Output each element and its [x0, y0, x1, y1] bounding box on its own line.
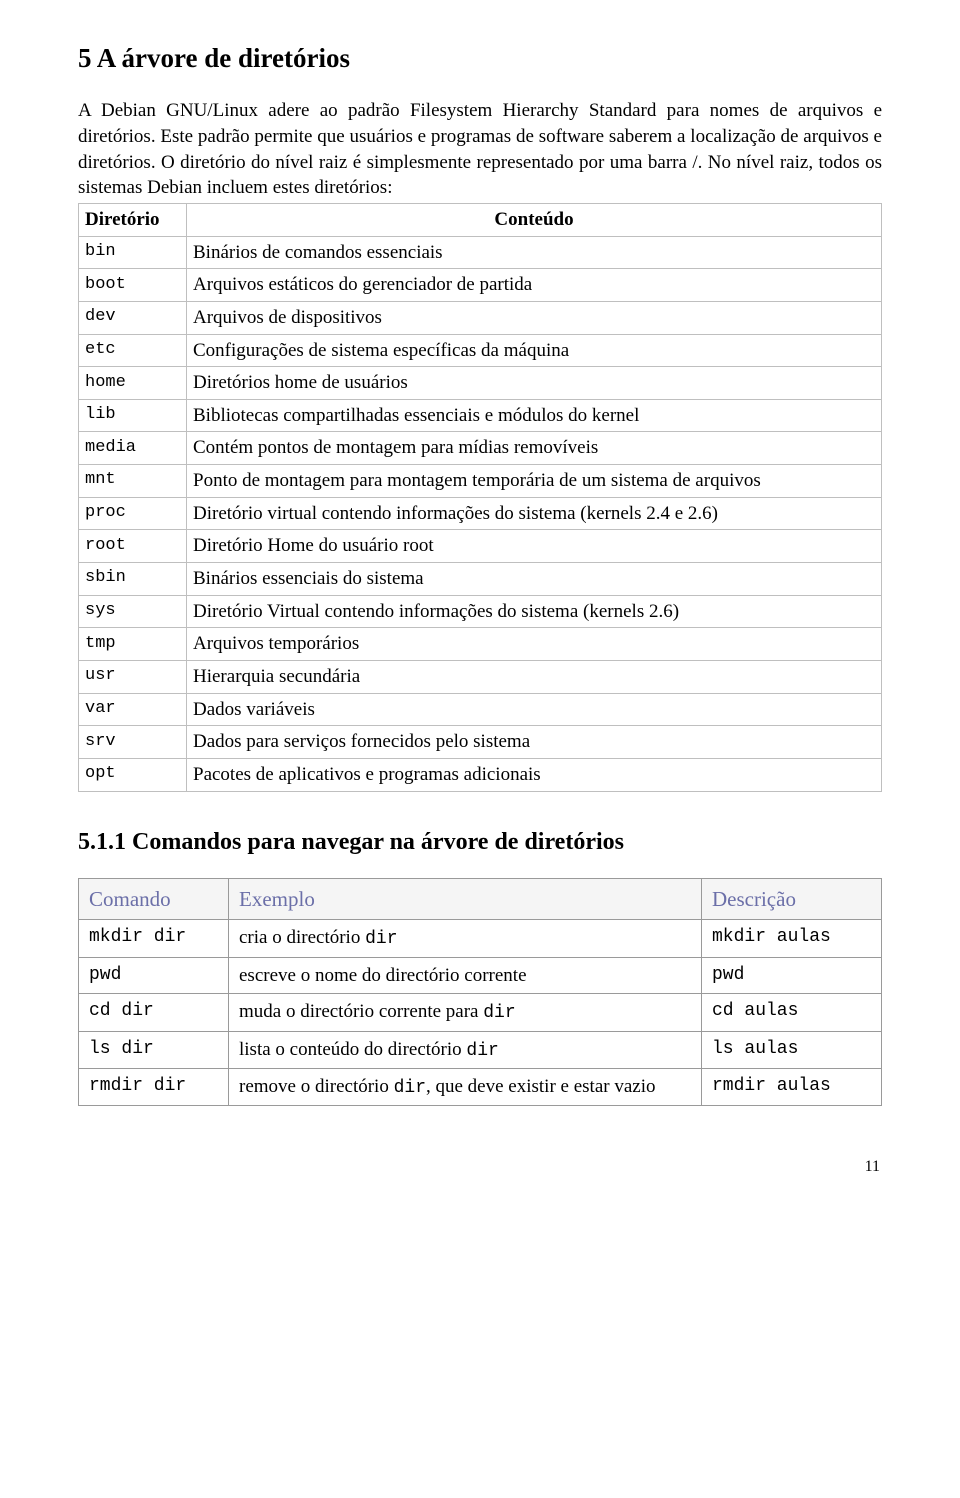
dir-desc: Hierarquia secundária	[187, 660, 882, 693]
cmd-name: pwd	[79, 957, 229, 994]
table-row: pwd escreve o nome do directório corrente…	[79, 957, 882, 994]
dir-name: root	[79, 530, 187, 563]
table-row: devArquivos de dispositivos	[79, 301, 882, 334]
cmd-example-tail: , que deve existir e estar vazio	[426, 1076, 655, 1097]
cmd-name: rmdir dir	[79, 1068, 229, 1105]
dir-desc: Diretório Home do usuário root	[187, 530, 882, 563]
cmd-example: cria o directório dir	[229, 920, 702, 957]
dir-desc: Arquivos de dispositivos	[187, 301, 882, 334]
cmd-name: cd dir	[79, 994, 229, 1031]
cmd-example-arg: dir	[466, 1041, 498, 1061]
page-number: 11	[78, 1156, 882, 1178]
table-row: srvDados para serviços fornecidos pelo s…	[79, 726, 882, 759]
dir-header-col1: Diretório	[79, 204, 187, 237]
table-row: ls dirlista o conteúdo do directório dir…	[79, 1031, 882, 1068]
dir-name: tmp	[79, 628, 187, 661]
section-title: 5 A árvore de diretórios	[78, 40, 882, 76]
dir-name: dev	[79, 301, 187, 334]
dir-desc: Dados variáveis	[187, 693, 882, 726]
table-row: mntPonto de montagem para montagem tempo…	[79, 465, 882, 498]
table-row: binBinários de comandos essenciais	[79, 236, 882, 269]
dir-desc: Ponto de montagem para montagem temporár…	[187, 465, 882, 498]
cmd-example-text: escreve o nome do directório corrente	[239, 965, 527, 986]
dir-desc: Arquivos temporários	[187, 628, 882, 661]
cmd-example-text: remove o directório	[239, 1076, 394, 1097]
directory-table: Diretório Conteúdo binBinários de comand…	[78, 203, 882, 792]
dir-name: var	[79, 693, 187, 726]
dir-name: home	[79, 367, 187, 400]
cmd-header-col3: Descrição	[702, 878, 882, 919]
dir-desc: Diretórios home de usuários	[187, 367, 882, 400]
cmd-desc: pwd	[702, 957, 882, 994]
table-row: etcConfigurações de sistema específicas …	[79, 334, 882, 367]
dir-name: bin	[79, 236, 187, 269]
dir-name: etc	[79, 334, 187, 367]
subsection-title: 5.1.1 Comandos para navegar na árvore de…	[78, 826, 882, 858]
dir-desc: Pacotes de aplicativos e programas adici…	[187, 758, 882, 791]
cmd-header-col2: Exemplo	[229, 878, 702, 919]
dir-desc: Diretório virtual contendo informações d…	[187, 497, 882, 530]
table-row: rmdir dirremove o directório dir, que de…	[79, 1068, 882, 1105]
dir-name: lib	[79, 399, 187, 432]
cmd-example: remove o directório dir, que deve existi…	[229, 1068, 702, 1105]
table-row: sbinBinários essenciais do sistema	[79, 563, 882, 596]
cmd-example-text: cria o directório	[239, 927, 365, 948]
dir-desc: Bibliotecas compartilhadas essenciais e …	[187, 399, 882, 432]
dir-name: srv	[79, 726, 187, 759]
table-row: homeDiretórios home de usuários	[79, 367, 882, 400]
dir-desc: Contém pontos de montagem para mídias re…	[187, 432, 882, 465]
table-row: mkdir dircria o directório dirmkdir aula…	[79, 920, 882, 957]
table-row: bootArquivos estáticos do gerenciador de…	[79, 269, 882, 302]
cmd-example-arg: dir	[394, 1078, 426, 1098]
dir-header-col2: Conteúdo	[187, 204, 882, 237]
table-row: rootDiretório Home do usuário root	[79, 530, 882, 563]
cmd-name: ls dir	[79, 1031, 229, 1068]
table-row: libBibliotecas compartilhadas essenciais…	[79, 399, 882, 432]
table-row: usrHierarquia secundária	[79, 660, 882, 693]
dir-desc: Binários essenciais do sistema	[187, 563, 882, 596]
dir-name: usr	[79, 660, 187, 693]
cmd-desc: rmdir aulas	[702, 1068, 882, 1105]
dir-desc: Configurações de sistema específicas da …	[187, 334, 882, 367]
cmd-desc: cd aulas	[702, 994, 882, 1031]
dir-desc: Diretório Virtual contendo informações d…	[187, 595, 882, 628]
cmd-desc: mkdir aulas	[702, 920, 882, 957]
table-row: tmpArquivos temporários	[79, 628, 882, 661]
table-row: procDiretório virtual contendo informaçõ…	[79, 497, 882, 530]
commands-table: Comando Exemplo Descrição mkdir dircria …	[78, 878, 882, 1106]
table-row: varDados variáveis	[79, 693, 882, 726]
cmd-example-text: muda o directório corrente para	[239, 1001, 483, 1022]
dir-name: sys	[79, 595, 187, 628]
dir-desc: Dados para serviços fornecidos pelo sist…	[187, 726, 882, 759]
cmd-header-col1: Comando	[79, 878, 229, 919]
table-row: optPacotes de aplicativos e programas ad…	[79, 758, 882, 791]
cmd-example-arg: dir	[483, 1003, 515, 1023]
cmd-example-text: lista o conteúdo do directório	[239, 1039, 466, 1060]
dir-name: opt	[79, 758, 187, 791]
dir-name: proc	[79, 497, 187, 530]
dir-name: mnt	[79, 465, 187, 498]
cmd-example: lista o conteúdo do directório dir	[229, 1031, 702, 1068]
cmd-example: muda o directório corrente para dir	[229, 994, 702, 1031]
cmd-example-arg: dir	[365, 929, 397, 949]
cmd-example: escreve o nome do directório corrente	[229, 957, 702, 994]
table-row: sysDiretório Virtual contendo informaçõe…	[79, 595, 882, 628]
section-paragraph: A Debian GNU/Linux adere ao padrão Files…	[78, 98, 882, 201]
dir-desc: Arquivos estáticos do gerenciador de par…	[187, 269, 882, 302]
dir-name: sbin	[79, 563, 187, 596]
dir-name: media	[79, 432, 187, 465]
table-row: mediaContém pontos de montagem para mídi…	[79, 432, 882, 465]
table-row: cd dirmuda o directório corrente para di…	[79, 994, 882, 1031]
cmd-name: mkdir dir	[79, 920, 229, 957]
dir-desc: Binários de comandos essenciais	[187, 236, 882, 269]
cmd-desc: ls aulas	[702, 1031, 882, 1068]
dir-name: boot	[79, 269, 187, 302]
